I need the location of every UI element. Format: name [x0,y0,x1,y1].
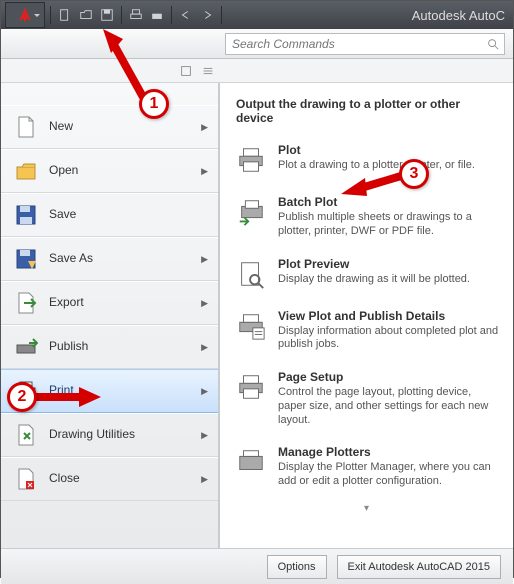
save-disk-icon [13,202,39,228]
plotter-icon [234,445,268,479]
new-icon[interactable] [56,6,74,24]
sub-item-desc: Display the Plotter Manager, where you c… [278,461,499,489]
chevron-right-icon: ▶ [201,298,208,309]
window-title: Autodesk AutoC [412,8,509,23]
chevron-right-icon: ▶ [201,254,208,265]
app-menu-button[interactable] [5,2,45,28]
exit-button[interactable]: Exit Autodesk AutoCAD 2015 [337,555,501,579]
menu-item-export[interactable]: Export ▶ [1,281,218,325]
menu-label: Export [49,296,84,309]
menu-label: Save [49,208,76,221]
sub-item-preview[interactable]: Plot Preview Display the drawing as it w… [234,251,499,303]
app-menu-footer: Options Exit Autodesk AutoCAD 2015 [1,548,513,584]
export-icon [13,290,39,316]
menu-item-open[interactable]: Open ▶ [1,149,218,193]
plot-printer-icon [234,143,268,177]
print-icon[interactable] [148,6,166,24]
sub-item-details[interactable]: View Plot and Publish Details Display in… [234,303,499,365]
new-file-icon [13,114,39,140]
plot-icon[interactable] [127,6,145,24]
menu-item-save[interactable]: Save [1,193,218,237]
preview-icon [234,257,268,291]
more-indicator: ▾ [234,501,499,514]
recent-docs-strip [1,59,513,83]
list-icon[interactable] [198,61,218,81]
menu-label: Drawing Utilities [49,428,135,441]
save-icon[interactable] [98,6,116,24]
callout-2: 2 [7,382,37,412]
utilities-icon [13,422,39,448]
chevron-right-icon: ▶ [201,342,208,353]
publish-icon [13,334,39,360]
chevron-right-icon: ▶ [201,166,208,177]
chevron-right-icon: ▶ [201,474,208,485]
chevron-right-icon: ▶ [201,122,208,133]
sub-item-desc: Display the drawing as it will be plotte… [278,273,499,287]
menu-label: Close [49,472,80,485]
search-bar [1,29,513,59]
callout-arrow-2 [31,387,101,412]
sub-item-manageplotters[interactable]: Manage Plotters Display the Plotter Mana… [234,439,499,501]
app-menu-list: New ▶ Open ▶ Save Save As ▶ Export ▶ Pub… [1,83,219,548]
open-folder-icon [13,158,39,184]
search-input[interactable] [230,36,486,52]
sub-item-desc: Control the page layout, plotting device… [278,386,499,427]
batchplot-icon [234,195,268,229]
sub-item-pagesetup[interactable]: Page Setup Control the page layout, plot… [234,364,499,439]
app-menu-panel: New ▶ Open ▶ Save Save As ▶ Export ▶ Pub… [1,83,513,548]
sub-item-name: View Plot and Publish Details [278,309,499,323]
menu-item-saveas[interactable]: Save As ▶ [1,237,218,281]
print-subpanel: Output the drawing to a plotter or other… [219,83,513,548]
saveas-icon [13,246,39,272]
sub-item-name: Plot [278,143,499,157]
sub-item-desc: Publish multiple sheets or drawings to a… [278,211,499,239]
subpanel-title: Output the drawing to a plotter or other… [234,93,499,137]
callout-1: 1 [139,89,169,119]
sub-item-name: Plot Preview [278,257,499,271]
menu-label: Open [49,164,78,177]
menu-item-utilities[interactable]: Drawing Utilities ▶ [1,413,218,457]
search-icon [486,37,500,51]
details-icon [234,309,268,343]
menu-item-publish[interactable]: Publish ▶ [1,325,218,369]
chevron-right-icon: ▶ [201,430,208,441]
callout-3: 3 [399,159,429,189]
close-file-icon [13,466,39,492]
options-button[interactable]: Options [267,555,327,579]
pagesetup-icon [234,370,268,404]
menu-label: Publish [49,340,88,353]
pin-icon[interactable] [176,61,196,81]
menu-label: New [49,120,73,133]
chevron-right-icon: ▶ [201,386,208,397]
sub-item-desc: Display information about completed plot… [278,325,499,353]
undo-icon[interactable] [177,6,195,24]
title-bar: Autodesk AutoC [1,1,513,29]
redo-icon[interactable] [198,6,216,24]
sub-item-name: Manage Plotters [278,445,499,459]
open-icon[interactable] [77,6,95,24]
sub-item-name: Page Setup [278,370,499,384]
menu-label: Save As [49,252,93,265]
menu-item-close[interactable]: Close ▶ [1,457,218,501]
search-commands-field[interactable] [225,33,505,55]
